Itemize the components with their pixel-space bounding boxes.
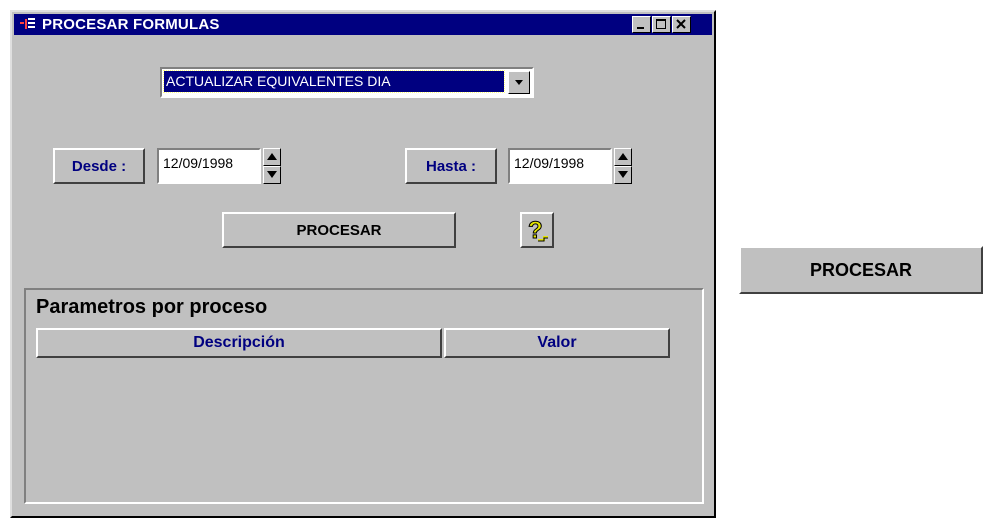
process-dropdown-value: ACTUALIZAR EQUIVALENTES DIA xyxy=(163,70,505,93)
arrow-down-icon xyxy=(267,171,277,178)
dropdown-arrow-button[interactable] xyxy=(508,71,530,94)
help-question-icon: ? xyxy=(528,217,548,245)
maximize-button[interactable] xyxy=(652,16,671,33)
close-button[interactable] xyxy=(672,16,691,33)
hasta-date-field[interactable]: 12/09/1998 xyxy=(508,148,612,184)
maximize-icon xyxy=(656,19,666,29)
procesar-button[interactable]: PROCESAR xyxy=(222,212,456,248)
hasta-decrement-button[interactable] xyxy=(614,166,632,184)
desde-decrement-button[interactable] xyxy=(263,166,281,184)
help-button[interactable]: ? xyxy=(520,212,554,248)
arrow-up-icon xyxy=(267,153,277,160)
arrow-down-icon xyxy=(618,171,628,178)
parameters-title: Parametros por proceso xyxy=(36,296,268,318)
app-icon[interactable] xyxy=(19,17,37,31)
procesar-button-standalone[interactable]: PROCESAR xyxy=(739,246,983,294)
column-header-valor[interactable]: Valor xyxy=(444,328,670,358)
desde-date-field[interactable]: 12/09/1998 xyxy=(157,148,261,184)
desde-increment-button[interactable] xyxy=(263,148,281,166)
arrow-up-icon xyxy=(618,153,628,160)
title-bar: PROCESAR FORMULAS xyxy=(14,14,712,35)
minimize-icon xyxy=(637,27,644,29)
process-dropdown[interactable]: ACTUALIZAR EQUIVALENTES DIA xyxy=(160,67,534,98)
hasta-spinner[interactable] xyxy=(614,148,632,184)
minimize-button[interactable] xyxy=(632,16,651,33)
procesar-formulas-window: PROCESAR FORMULAS ACTUALIZAR EQUIVALENTE… xyxy=(10,10,716,518)
chevron-down-icon xyxy=(515,80,523,85)
hasta-increment-button[interactable] xyxy=(614,148,632,166)
column-header-descripcion[interactable]: Descripción xyxy=(36,328,442,358)
hasta-label: Hasta : xyxy=(405,148,497,184)
desde-spinner[interactable] xyxy=(263,148,281,184)
parameters-panel: Parametros por proceso Descripción Valor xyxy=(24,288,704,504)
close-icon xyxy=(676,19,686,29)
desde-label: Desde : xyxy=(53,148,145,184)
window-title: PROCESAR FORMULAS xyxy=(42,16,220,33)
